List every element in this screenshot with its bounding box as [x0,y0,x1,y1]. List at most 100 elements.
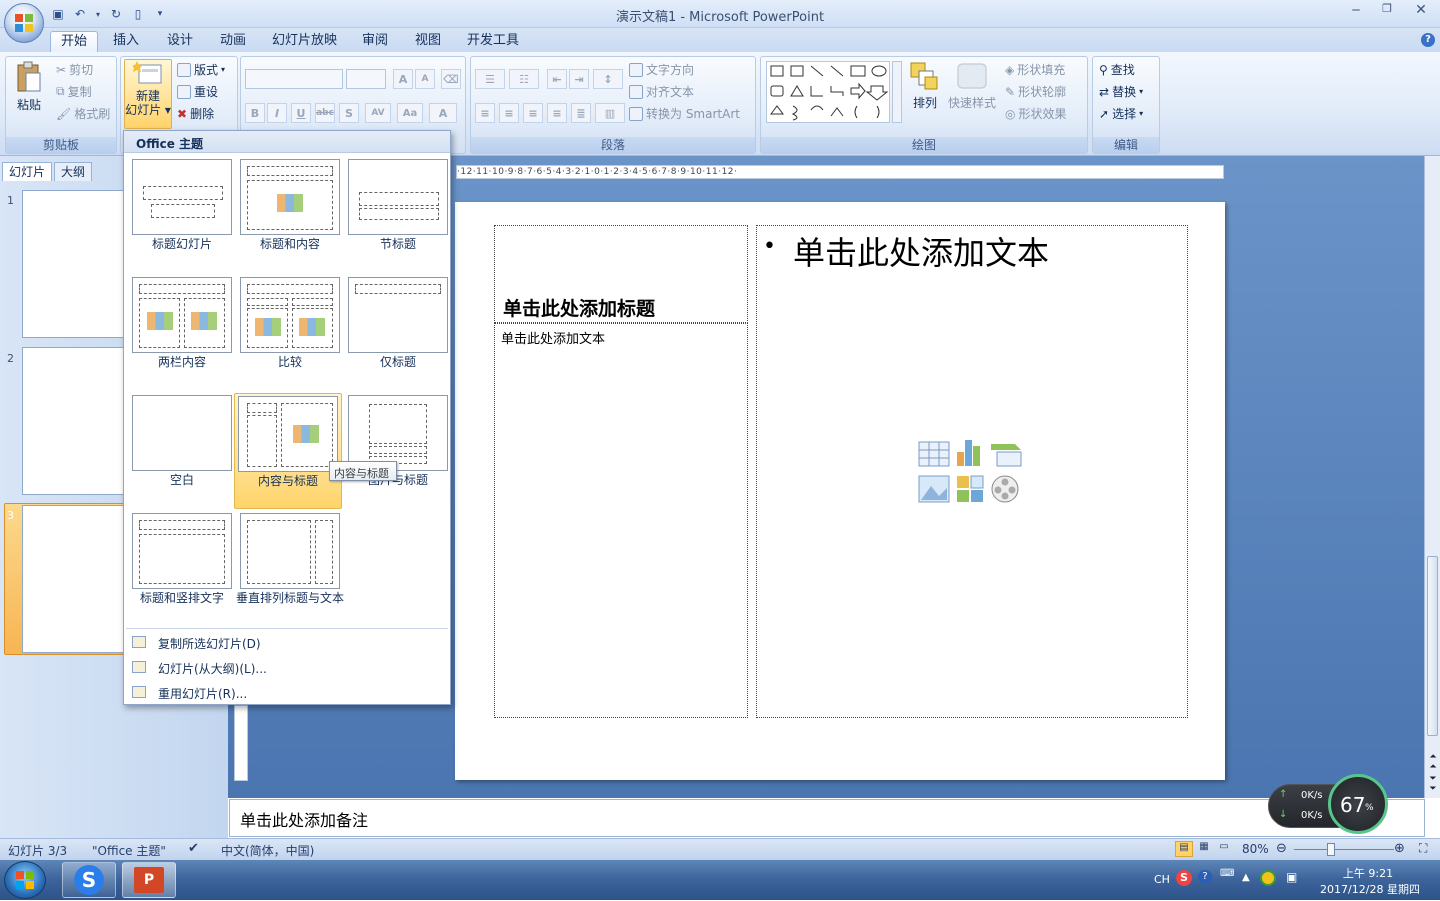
restore-button[interactable]: ❐ [1372,2,1402,22]
layout-section-header[interactable]: 节标题 [344,159,452,252]
notes-pane[interactable]: 单击此处添加备注 [229,799,1425,837]
layout-button[interactable]: 版式 ▾ [177,61,225,78]
slides-from-outline-item[interactable]: 幻灯片(从大纲)(L)... [124,656,450,680]
insert-chart-icon[interactable] [957,440,980,466]
layout-title-only[interactable]: 仅标题 [344,277,452,370]
layout-content-with-caption[interactable]: 内容与标题 [234,393,342,509]
bullets-button[interactable]: ☰ [475,69,505,89]
shrink-font-button[interactable]: A [415,69,435,89]
zoom-slider[interactable] [1294,849,1394,850]
sorter-view-icon[interactable]: ▦ [1195,841,1213,857]
clear-format-button[interactable]: ⌫ [441,69,461,89]
vertical-scrollbar[interactable]: ⏶ ⏶ ⏷ ⏷ [1424,156,1440,798]
next-slide-icon[interactable]: ⏷ ⏷ [1427,774,1439,794]
slide-thumbnail-1[interactable] [22,190,132,338]
start-button[interactable] [4,861,46,899]
increase-indent-button[interactable]: ⇥ [569,69,589,89]
line-spacing-button[interactable]: ↕ [593,69,623,89]
find-button[interactable]: ⚲ 查找 [1099,61,1135,78]
ime-tray-icon[interactable]: ⌨ [1220,868,1234,879]
show-hidden-icons[interactable]: ▲ [1242,872,1250,883]
zoom-out-icon[interactable]: ⊖ [1276,841,1287,856]
quick-styles-button[interactable]: 快速样式 [947,61,997,111]
input-language[interactable]: CH [1154,873,1170,886]
shapes-scroll[interactable] [892,61,902,123]
reuse-slides-item[interactable]: 重用幻灯片(R)... [124,681,450,705]
align-center-button[interactable]: ≡ [499,103,519,123]
network-tray-icon[interactable]: ▣ [1286,870,1297,884]
slide-thumbnail-2[interactable] [22,347,132,495]
reset-button[interactable]: 重设 [177,83,218,100]
tab-outline[interactable]: 大纲 [54,162,93,181]
align-right-button[interactable]: ≡ [523,103,543,123]
underline-button[interactable]: U [291,103,311,123]
grow-font-button[interactable]: A [393,69,413,89]
font-size-combo[interactable] [346,69,386,89]
bold-button[interactable]: B [245,103,265,123]
spell-check-icon[interactable]: ✔ [188,841,199,856]
sogou-tray-icon[interactable]: S [1176,870,1192,886]
insert-table-icon[interactable] [918,441,950,467]
tab-view[interactable]: 视图 [405,31,451,53]
minimize-button[interactable]: ‒ [1341,2,1371,22]
tab-slideshow[interactable]: 幻灯片放映 [262,31,347,53]
delete-button[interactable]: ✖ 删除 [177,105,214,122]
duplicate-slides-item[interactable]: 复制所选幻灯片(D) [124,631,450,655]
insert-picture-icon[interactable] [918,475,950,503]
tab-slides[interactable]: 幻灯片 [2,162,53,181]
zoom-level[interactable]: 80% [1242,842,1269,856]
tab-review[interactable]: 审阅 [352,31,398,53]
title-placeholder[interactable]: 单击此处添加标题 [494,225,748,323]
layout-blank[interactable]: 空白 [128,395,236,488]
help-icon[interactable]: ? [1421,33,1435,47]
help-tray-icon[interactable]: ? [1198,870,1212,884]
status-language[interactable]: 中文(简体，中国) [221,842,314,859]
taskbar-powerpoint-app[interactable]: P [122,862,176,898]
taskbar-sogou-app[interactable]: S [62,862,116,898]
justify-button[interactable]: ≡ [547,103,567,123]
status-theme[interactable]: "Office 主题" [92,842,166,859]
body-placeholder[interactable]: 单击此处添加文本 [494,323,748,718]
clock-date[interactable]: 2017/12/28 星期四 [1314,881,1426,897]
replace-button[interactable]: ⇄ 替换 ▾ [1099,83,1143,100]
slide-thumbnail-3[interactable] [22,505,132,653]
font-color-button[interactable]: A [429,103,457,123]
tab-design[interactable]: 设计 [157,31,203,53]
font-name-combo[interactable] [245,69,343,89]
security-tray-icon[interactable] [1260,870,1276,886]
paste-button[interactable]: 粘贴 [12,61,46,121]
normal-view-icon[interactable]: ▤ [1175,841,1193,857]
distributed-button[interactable]: ≣ [571,103,591,123]
prev-slide-icon[interactable]: ⏶ ⏶ [1427,752,1439,772]
format-painter-button[interactable]: 🖌 格式刷 [56,105,110,122]
office-button[interactable] [4,3,44,43]
strikethrough-button[interactable]: abc [315,103,335,123]
layout-vertical-title-text[interactable]: 垂直排列标题与文本 [236,513,344,606]
insert-media-icon[interactable] [991,475,1019,503]
insert-smartart-icon[interactable] [991,444,1022,467]
cut-button[interactable]: ✂ 剪切 [56,61,93,78]
change-case-button[interactable]: Aa [397,103,423,123]
select-button[interactable]: ➚ 选择 ▾ [1099,105,1143,122]
columns-button[interactable]: ▥ [595,103,625,123]
tab-animation[interactable]: 动画 [210,31,256,53]
layout-comparison[interactable]: 比较 [236,277,344,370]
new-slide-button[interactable]: 新建 幻灯片 ▾ [124,59,172,129]
smartart-button[interactable]: 转换为 SmartArt [629,105,740,122]
char-spacing-button[interactable]: AV [365,103,391,123]
align-left-button[interactable]: ≡ [475,103,495,123]
shape-effects-button[interactable]: ◎ 形状效果 [1005,105,1067,122]
layout-title-slide[interactable]: 标题幻灯片 [128,159,236,252]
tab-home[interactable]: 开始 [50,31,99,53]
numbering-button[interactable]: ☷ [509,69,539,89]
clock-time[interactable]: 上午 9:21 [1338,865,1398,881]
slideshow-view-icon[interactable]: ▭ [1215,841,1233,857]
zoom-in-icon[interactable]: ⊕ [1394,841,1405,856]
layout-title-content[interactable]: 标题和内容 [236,159,344,252]
layout-title-vertical-text[interactable]: 标题和竖排文字 [128,513,236,606]
scroll-thumb[interactable] [1427,556,1438,736]
decrease-indent-button[interactable]: ⇤ [547,69,567,89]
fit-window-icon[interactable]: ⛶ [1419,841,1427,856]
content-placeholder[interactable]: • 单击此处添加文本 [756,225,1188,718]
text-direction-button[interactable]: 文字方向 [629,61,694,78]
